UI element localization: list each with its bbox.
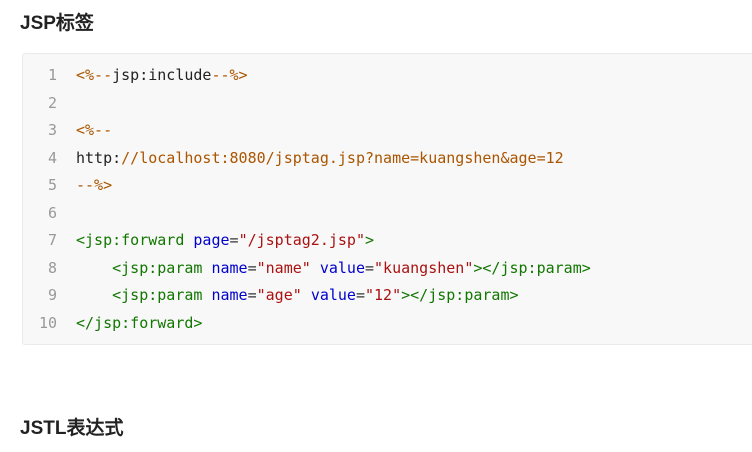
line-number: 4 (47, 148, 57, 167)
code-token-comment: <%-- (76, 121, 113, 139)
code-token-str: "name" (256, 258, 311, 277)
code-line: </jsp:forward> (76, 310, 752, 338)
code-token-punct: = (229, 231, 239, 249)
code-line: http://localhost:8080/jsptag.jsp?name=ku… (76, 145, 752, 173)
code-line: <jsp:param name="age" value="12"></jsp:p… (76, 282, 752, 310)
line-number: 6 (47, 203, 57, 222)
line-number: 7 (47, 231, 57, 249)
code-token-str: "/jsptag2.jsp" (238, 231, 365, 249)
code-token-comment: //localhost:8080/jsptag.jsp?name=kuangsh… (121, 148, 564, 167)
code-content[interactable]: <%--jsp:include--%> <%-- http://localhost… (76, 62, 752, 337)
code-token-tag: </jsp:forward> (76, 313, 203, 332)
code-line: --%> (76, 172, 752, 200)
code-token-tag: > (365, 231, 375, 249)
code-block[interactable]: 1 2 3 4 5 6 7 8 9 10 <%--jsp:include--%> <%-- http… (22, 53, 752, 345)
code-token-attr: value (319, 258, 365, 277)
line-number: 1 (47, 66, 57, 84)
code-token-punct: = (355, 286, 365, 304)
code-line: <%-- (76, 117, 752, 145)
code-token-punct: = (365, 258, 375, 277)
section-heading-jstl: JSTL表达式 (20, 418, 124, 439)
line-number: 3 (47, 121, 57, 139)
code-token-tag: ></jsp:param> (473, 258, 591, 277)
code-line: <jsp:param name="name" value="kuangshen"… (76, 255, 752, 283)
code-token-comment: <%-- (76, 66, 113, 84)
code-line: <jsp:forward page="/jsptag2.jsp"> (76, 227, 752, 255)
line-number: 2 (47, 93, 57, 112)
code-token-punct: = (247, 286, 257, 304)
code-token-attr: value (310, 286, 356, 304)
code-token-comment: --%> (76, 176, 113, 194)
line-number: 9 (47, 286, 57, 304)
code-token-plain: jsp:include (112, 66, 212, 84)
line-number: 10 (38, 313, 57, 332)
code-token-tag: <jsp:param (112, 286, 203, 304)
code-token-attr: page (193, 231, 230, 249)
code-token-comment: --%> (211, 66, 248, 84)
code-token-punct: = (247, 258, 257, 277)
code-token-tag: ></jsp:param> (401, 286, 519, 304)
code-token-attr: name (211, 258, 248, 277)
code-line: <%--jsp:include--%> (76, 62, 752, 90)
line-number: 8 (47, 258, 57, 277)
line-number: 5 (47, 176, 57, 194)
code-token-str: "kuangshen" (374, 258, 474, 277)
section-heading-jsp-tags: JSP标签 (20, 13, 94, 34)
code-token-str: "12" (365, 286, 402, 304)
code-token-plain: http: (76, 148, 122, 167)
line-number-gutter: 1 2 3 4 5 6 7 8 9 10 (23, 62, 67, 337)
code-token-str: "age" (256, 286, 302, 304)
code-token-tag: <jsp:forward (76, 231, 185, 249)
code-token-tag: <jsp:param (112, 258, 203, 277)
code-token-attr: name (211, 286, 248, 304)
